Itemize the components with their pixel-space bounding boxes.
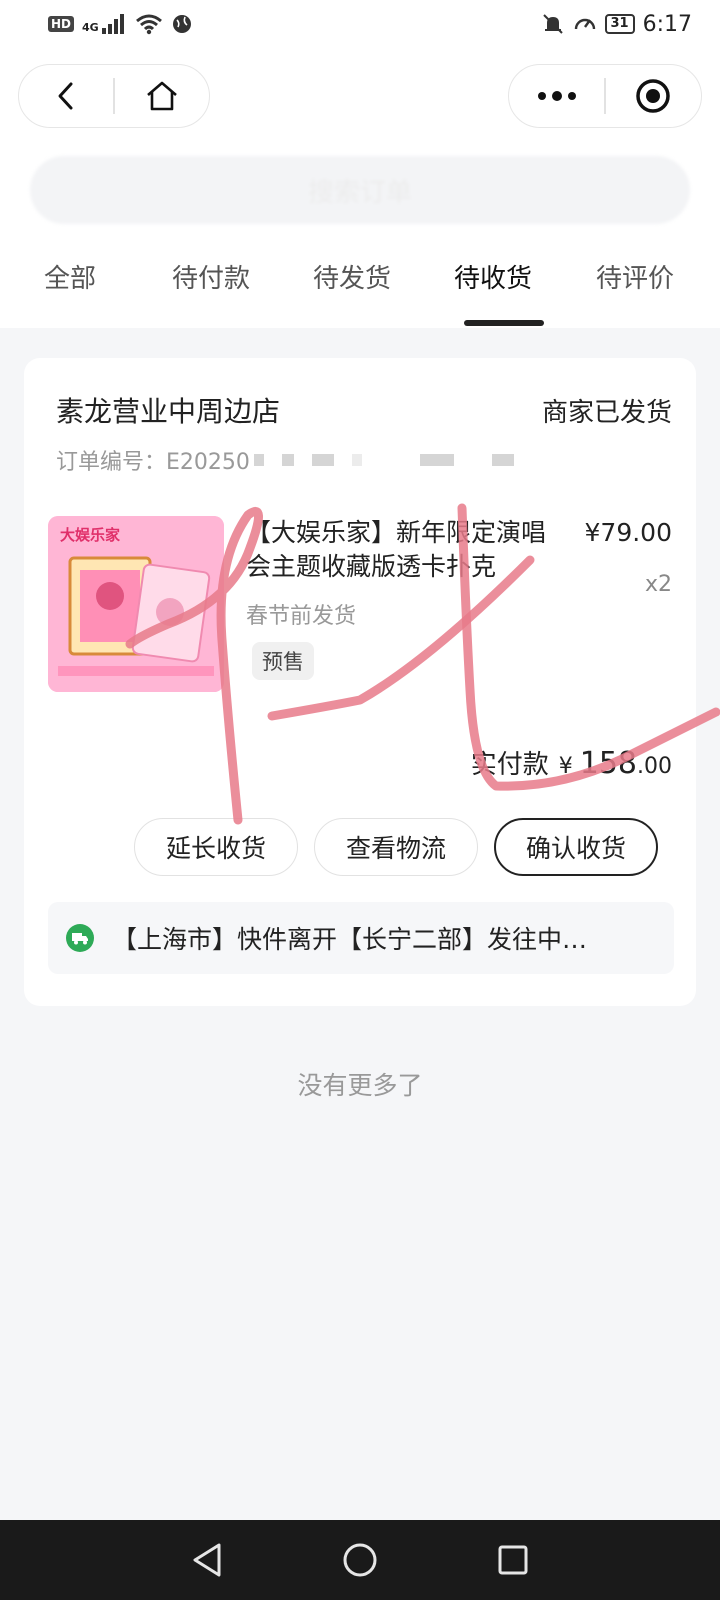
- close-miniprogram-button[interactable]: [606, 65, 701, 127]
- more-button[interactable]: [509, 65, 604, 127]
- logistics-text: 【上海市】快件离开【长宁二部】发往中…: [112, 925, 588, 954]
- mute-bell-icon: [542, 14, 563, 34]
- shipping-note: 春节前发货: [246, 604, 357, 629]
- system-nav-bar: [0, 1520, 720, 1600]
- chevron-left-icon: [58, 82, 73, 110]
- speedometer-icon: [574, 18, 595, 30]
- order-number: 订单编号：E20250: [56, 450, 250, 475]
- order-status: 商家已发货: [541, 398, 672, 428]
- status-left: HD 4G: [48, 13, 193, 35]
- order-card[interactable]: 素龙营业中周边店 商家已发货 订单编号：E20250 大娱乐家 【大娱乐家】新年…: [24, 358, 696, 1006]
- clock: 6:17: [642, 11, 692, 37]
- globe-icon: [172, 15, 191, 33]
- paid-label: 实付款: [470, 750, 549, 780]
- product-artwork: 大娱乐家: [48, 516, 224, 692]
- target-icon: [636, 79, 671, 113]
- no-more-text: 没有更多了: [297, 1071, 423, 1100]
- product-quantity: x2: [644, 572, 672, 597]
- tab-pending-shipment[interactable]: 待发货: [313, 258, 391, 295]
- paid-amount: ¥ 158.00: [559, 746, 672, 781]
- status-bar: HD 4G 31 6:17: [0, 0, 720, 48]
- circle-home-icon: [343, 1543, 377, 1577]
- product-image[interactable]: 大娱乐家: [48, 516, 224, 692]
- nav-recents-button[interactable]: [483, 1530, 543, 1590]
- square-recents-icon: [498, 1545, 528, 1575]
- network-type: 4G: [82, 21, 99, 34]
- more-dots-icon: [537, 91, 576, 101]
- nav-home-button[interactable]: [330, 1530, 390, 1590]
- paid-decimal: .00: [637, 754, 672, 779]
- tab-pending-review[interactable]: 待评价: [596, 258, 674, 295]
- active-tab-indicator: [464, 320, 544, 326]
- hd-indicator: HD: [48, 16, 75, 32]
- paid-integer: 158: [579, 746, 637, 781]
- extend-receipt-button[interactable]: 延长收货: [134, 818, 298, 876]
- paid-currency: ¥: [558, 754, 573, 779]
- tab-all[interactable]: 全部: [44, 258, 96, 295]
- search-input[interactable]: 搜索订单: [30, 156, 690, 224]
- nav-capsule: [18, 64, 210, 128]
- menu-capsule: [508, 64, 702, 128]
- signal-icon: [101, 14, 124, 34]
- order-tabs: 全部 待付款 待发货 待收货 待评价: [0, 258, 720, 328]
- nav-back-button[interactable]: [177, 1530, 237, 1590]
- home-button[interactable]: [115, 65, 209, 127]
- logistics-summary[interactable]: 【上海市】快件离开【长宁二部】发往中…: [48, 902, 674, 974]
- redacted-order-number: [254, 454, 514, 466]
- tab-pending-receipt[interactable]: 待收货: [454, 258, 532, 295]
- confirm-receipt-button[interactable]: 确认收货: [494, 818, 658, 876]
- wifi-icon: [135, 14, 162, 35]
- status-right: 31 6:17: [541, 11, 692, 37]
- product-price: ¥79.00: [584, 518, 672, 547]
- product-brand-text: 大娱乐家: [60, 526, 120, 544]
- truck-icon: [66, 924, 94, 952]
- header: 搜索订单 全部 待付款 待发货 待收货 待评价: [0, 48, 720, 328]
- tab-pending-payment[interactable]: 待付款: [172, 258, 250, 295]
- presale-badge: 预售: [252, 642, 314, 680]
- triangle-back-icon: [193, 1543, 221, 1577]
- paid-amount-row: 实付款 ¥ 158.00: [471, 744, 672, 781]
- battery-indicator: 31: [604, 14, 635, 34]
- product-title[interactable]: 【大娱乐家】新年限定演唱会主题收藏版透卡扑克: [246, 516, 566, 584]
- back-button[interactable]: [19, 65, 113, 127]
- view-logistics-button[interactable]: 查看物流: [314, 818, 478, 876]
- shop-name[interactable]: 素龙营业中周边店: [56, 390, 280, 430]
- home-icon: [147, 81, 177, 111]
